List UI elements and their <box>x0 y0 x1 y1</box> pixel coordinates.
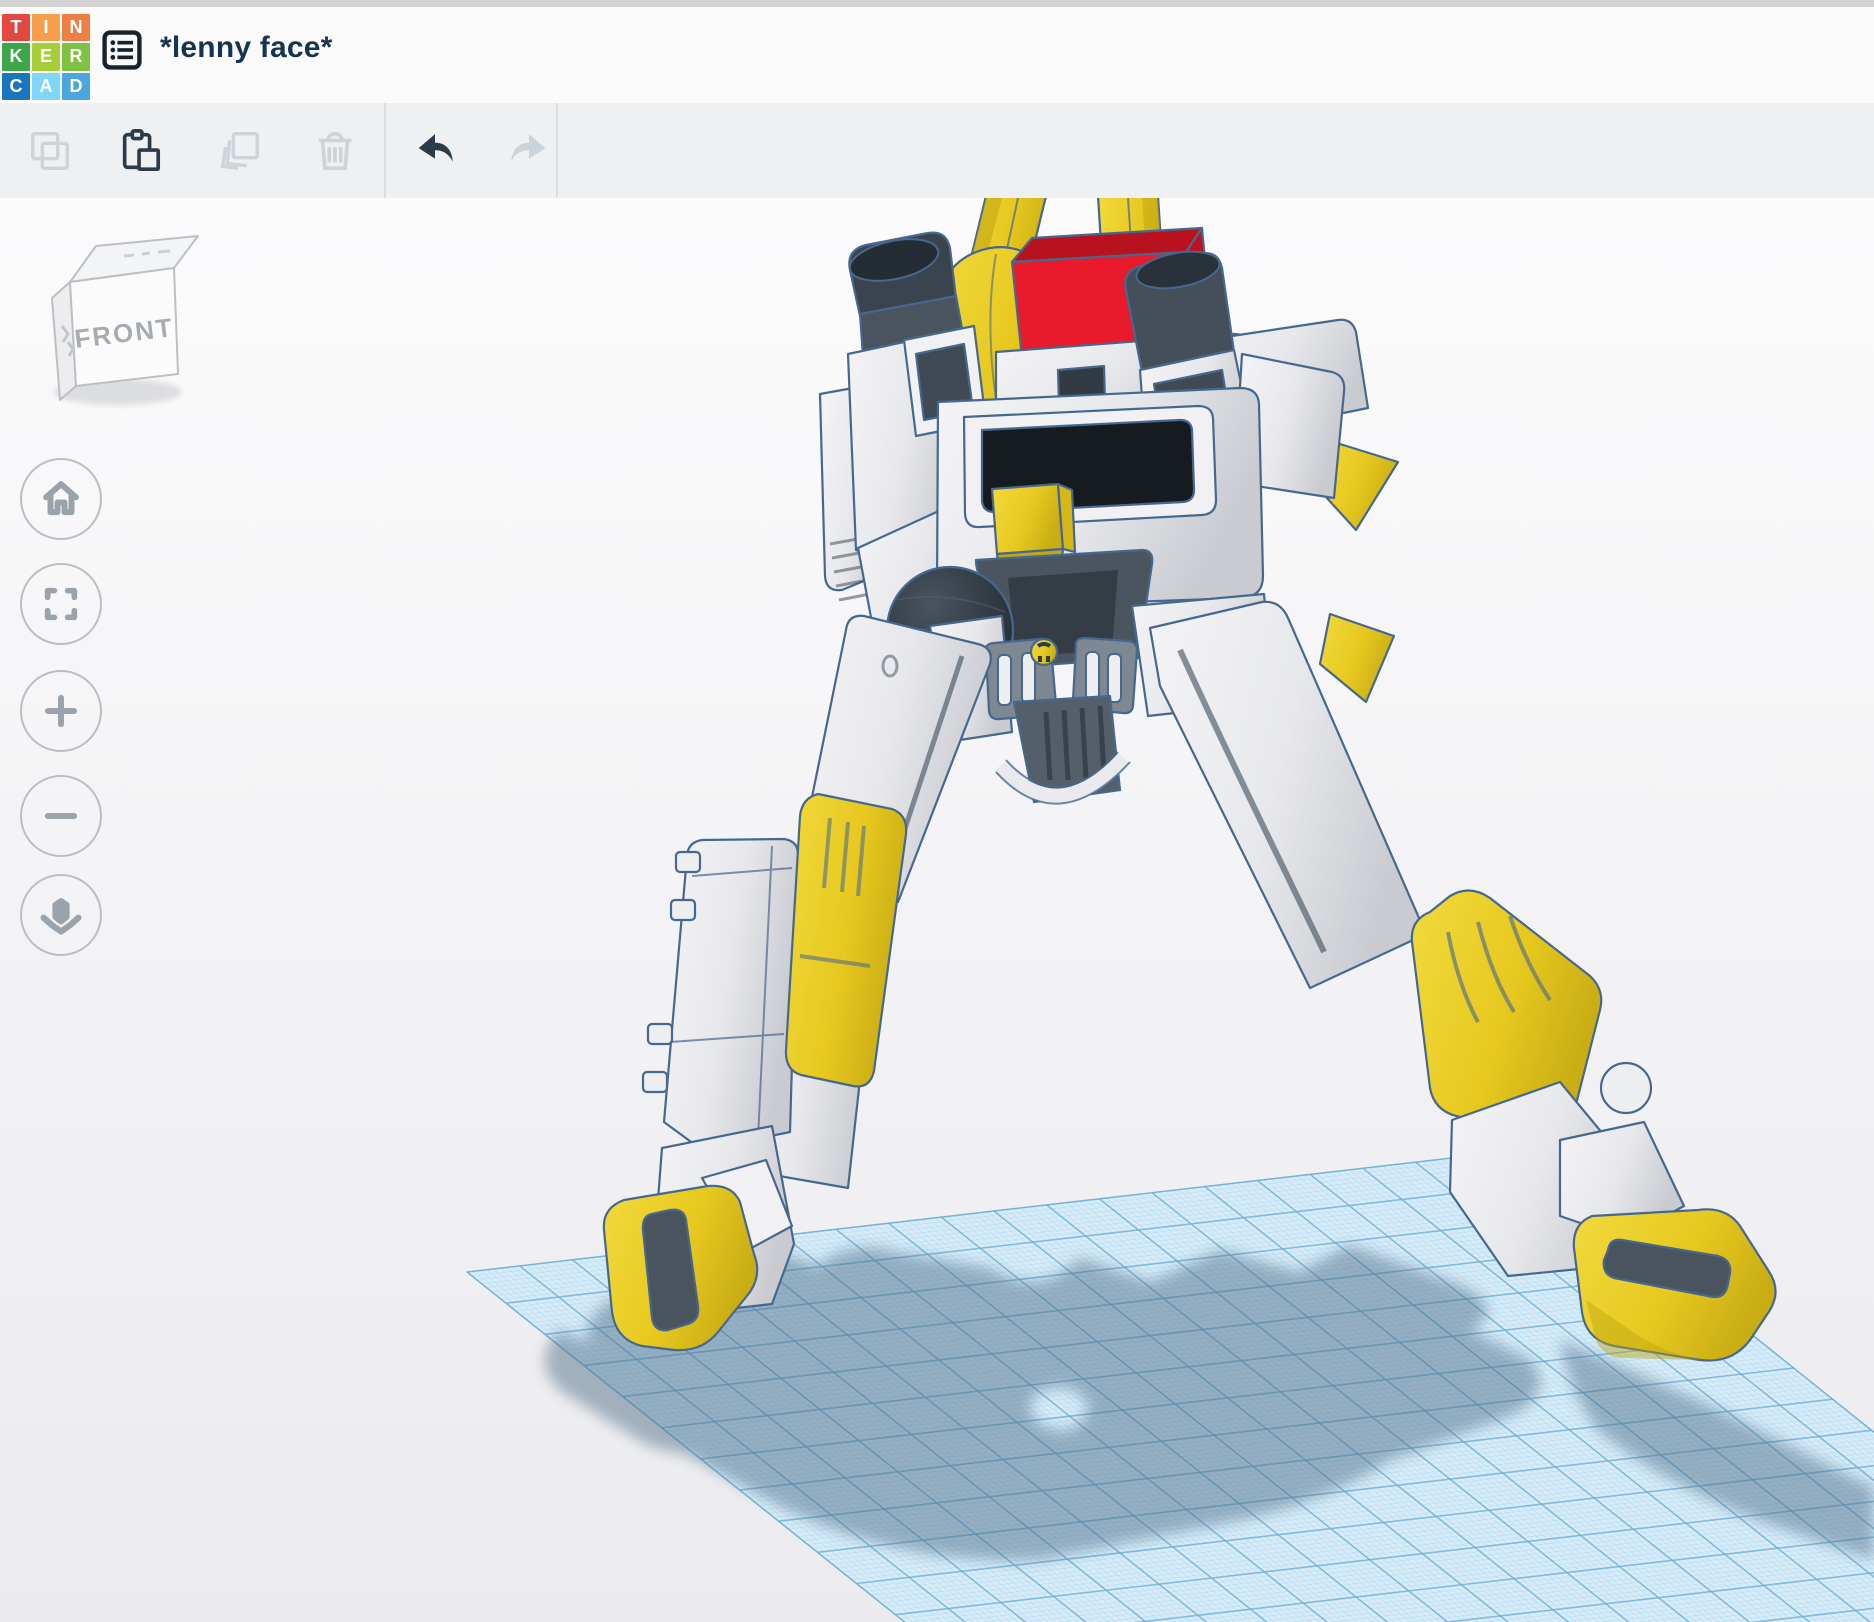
scene-3d: FRONT <box>51 198 1874 1622</box>
tinkercad-window: TIN KER CAD *lenny face* FRONT <box>0 0 1874 1622</box>
logo-tile: K <box>2 43 30 71</box>
app-header: TIN KER CAD *lenny face* <box>0 7 1874 104</box>
perspective-cube-icon <box>40 898 82 935</box>
copy-button[interactable] <box>5 103 95 198</box>
toolbar-divider <box>556 103 558 198</box>
logo-tile: E <box>32 43 60 71</box>
paste-icon <box>122 128 161 171</box>
trash-icon <box>318 131 352 170</box>
perspective-toggle-button[interactable] <box>20 874 102 956</box>
logo-tile: I <box>32 14 60 42</box>
fit-view-icon <box>44 587 78 621</box>
copy-icon <box>31 131 69 170</box>
delete-button[interactable] <box>290 103 380 198</box>
duplicate-icon <box>220 131 259 170</box>
plus-icon <box>44 694 78 728</box>
logo-tile: T <box>2 14 30 42</box>
fit-view-button[interactable] <box>20 563 102 645</box>
paste-button[interactable] <box>95 103 185 198</box>
logo-tile: N <box>62 14 90 42</box>
design-menu-icon <box>102 30 142 70</box>
view-cube[interactable]: FRONT <box>51 235 199 405</box>
home-view-button[interactable] <box>20 458 102 540</box>
3d-model-robot[interactable] <box>602 198 1777 1362</box>
redo-arrow-icon <box>511 133 546 162</box>
minus-icon <box>44 813 78 819</box>
robot-chest-box <box>990 482 1065 556</box>
logo-tile: A <box>32 72 60 100</box>
edit-toolbar <box>0 103 1874 199</box>
zoom-out-button[interactable] <box>20 775 102 857</box>
home-icon <box>43 481 79 516</box>
design-menu-button[interactable] <box>100 28 144 72</box>
logo-tile: C <box>2 72 30 100</box>
redo-button[interactable] <box>484 103 574 198</box>
undo-button[interactable] <box>390 103 480 198</box>
viewport-canvas[interactable]: FRONT <box>0 198 1874 1622</box>
zoom-in-button[interactable] <box>20 670 102 752</box>
logo-tile: R <box>62 43 90 71</box>
window-top-strip <box>0 0 1874 7</box>
duplicate-button[interactable] <box>195 103 285 198</box>
logo-tile: D <box>62 72 90 100</box>
tinkercad-logo[interactable]: TIN KER CAD <box>2 14 90 100</box>
design-title[interactable]: *lenny face* <box>160 31 332 65</box>
toolbar-divider <box>384 103 386 198</box>
undo-arrow-icon <box>418 133 453 162</box>
